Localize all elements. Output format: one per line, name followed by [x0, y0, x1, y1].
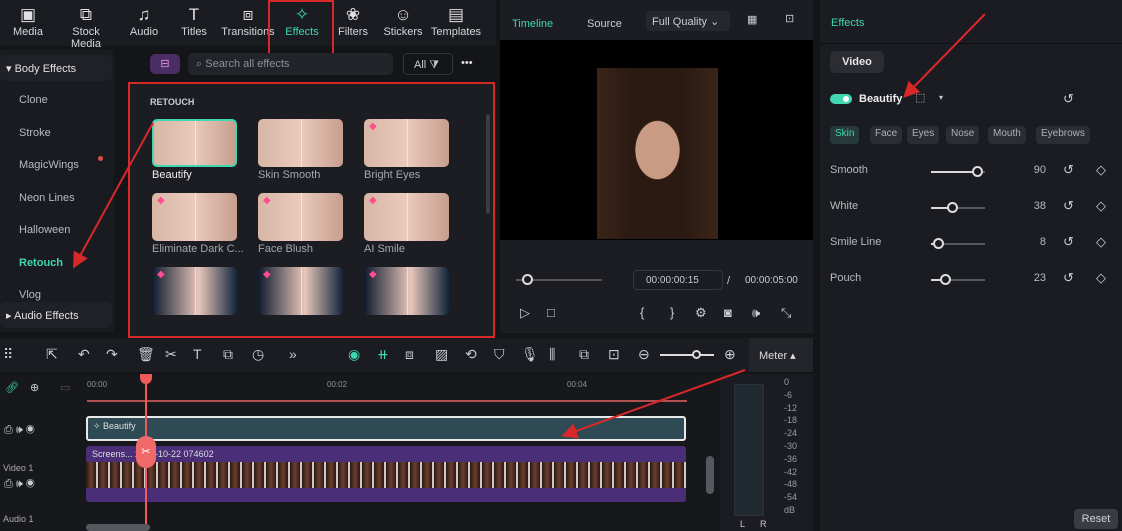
annotation-arrows	[73, 13, 986, 439]
